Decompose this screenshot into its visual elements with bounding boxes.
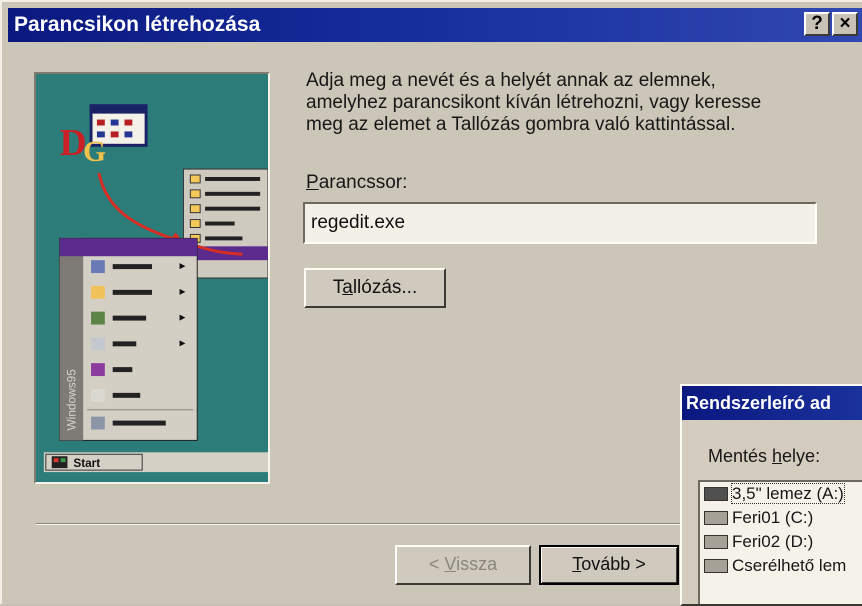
instructions-text: Adja meg a nevét és a helyét annak az el…	[306, 70, 762, 135]
save-prefix: Mentés	[708, 446, 773, 466]
help-button[interactable]: ?	[804, 12, 830, 36]
drive-item-c[interactable]: Feri01 (C:)	[700, 506, 862, 530]
browse-accel: a	[342, 277, 353, 298]
drive-item-removable[interactable]: Cserélhető lem	[700, 554, 862, 578]
save-rest: elye:	[782, 446, 821, 466]
dialog-title: Parancsikon létrehozása	[14, 13, 261, 36]
start-label: Start	[73, 456, 100, 470]
back-rest: issza	[456, 554, 498, 574]
browse-button[interactable]: Tallózás...	[304, 268, 446, 308]
drive-item-a[interactable]: 3,5" lemez (A:)	[700, 482, 862, 506]
back-button[interactable]: < Vissza	[395, 545, 531, 585]
next-button[interactable]: Tovább >	[539, 545, 679, 585]
next-accel: T	[572, 554, 582, 574]
hard-drive-icon	[704, 535, 728, 549]
next-rest: ovább >	[581, 554, 646, 574]
drive-list[interactable]: 3,5" lemez (A:) Feri01 (C:) Feri02 (D:) …	[698, 480, 862, 604]
create-shortcut-dialog: Parancsikon létrehozása ? × D G Windows9…	[0, 0, 862, 606]
registry-export-dialog: Rendszerleíró ad Mentés helye: 3,5" leme…	[680, 384, 862, 606]
start-menu-illustration: D G Windows95 Start	[36, 74, 268, 482]
command-line-input[interactable]	[303, 202, 817, 244]
removable-drive-icon	[704, 559, 728, 573]
side-label: Windows95	[64, 369, 78, 431]
svg-text:G: G	[83, 136, 106, 168]
browse-prefix: T	[332, 277, 343, 298]
hard-drive-icon	[704, 511, 728, 525]
registry-dialog-title: Rendszerleíró ad	[682, 386, 862, 420]
back-accel: V	[444, 554, 457, 574]
command-label-rest: arancssor:	[318, 172, 408, 193]
command-line-label: Parancssor:	[306, 172, 407, 194]
close-button[interactable]: ×	[832, 12, 858, 36]
save-location-label: Mentés helye:	[708, 446, 820, 467]
title-bar: Parancsikon létrehozása ? ×	[8, 8, 862, 42]
back-prefix: <	[428, 554, 445, 574]
command-label-accel: P	[306, 172, 319, 193]
dialog-separator	[36, 523, 696, 525]
save-accel: h	[772, 446, 783, 466]
floppy-drive-icon	[704, 487, 728, 501]
drive-item-d[interactable]: Feri02 (D:)	[700, 530, 862, 554]
wizard-illustration: D G Windows95 Start	[34, 72, 270, 484]
browse-rest: llózás...	[352, 277, 418, 298]
